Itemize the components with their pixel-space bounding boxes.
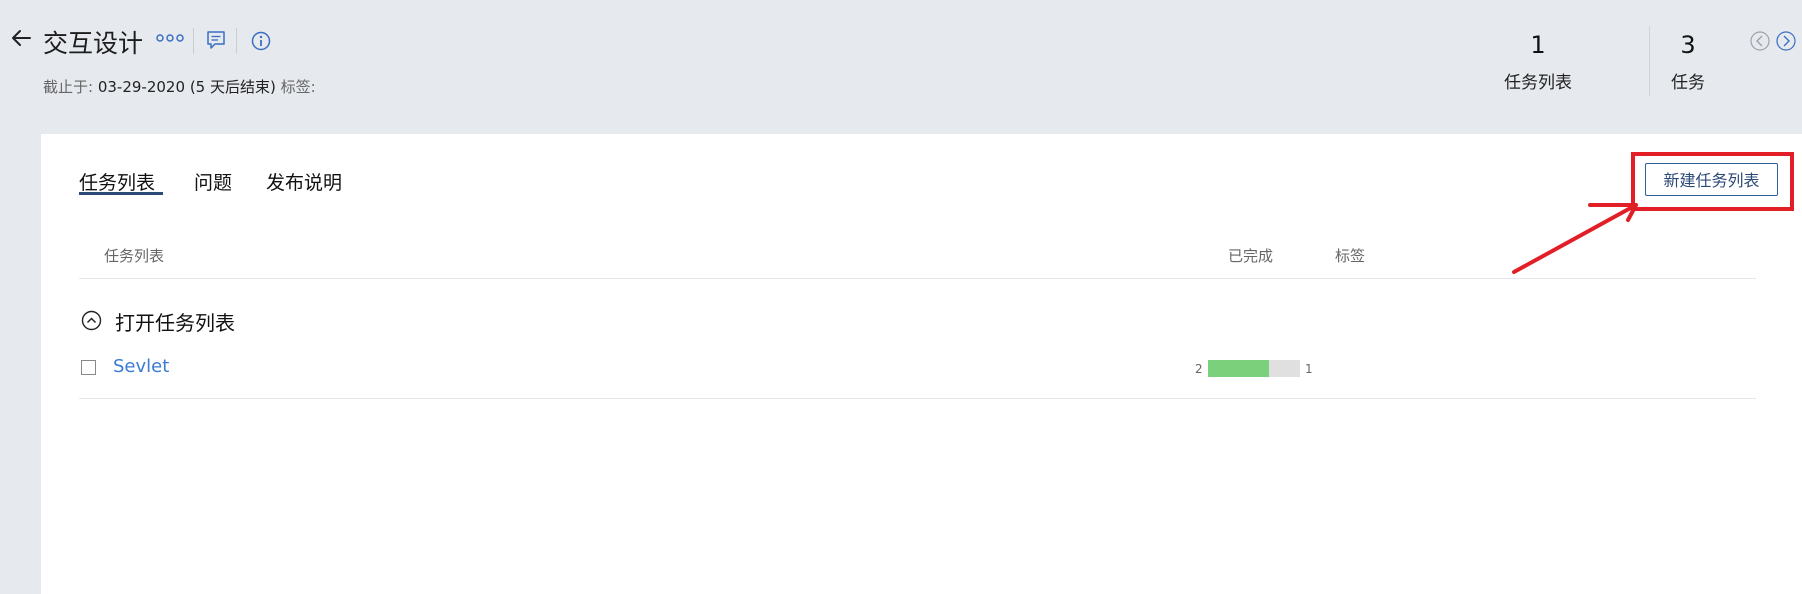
- stat-tasks: 3 任务: [1633, 28, 1743, 93]
- column-header-completed: 已完成: [1228, 247, 1274, 265]
- progress-fill: [1208, 360, 1270, 377]
- stat-tasks-count: 3: [1680, 31, 1696, 59]
- header-divider: [236, 28, 237, 54]
- annotation-highlight-box: [1631, 152, 1794, 211]
- tasklist-link[interactable]: Sevlet: [113, 356, 169, 377]
- tab-tasklists[interactable]: 任务列表: [79, 168, 155, 195]
- page-title: 交互设计: [43, 29, 144, 58]
- tags-label: 标签:: [280, 78, 316, 96]
- section-title: 打开任务列表: [115, 311, 235, 335]
- due-label: 截止于:: [43, 78, 94, 96]
- tab-release-notes[interactable]: 发布说明: [266, 168, 342, 195]
- header-divider: [193, 28, 194, 54]
- comment-icon[interactable]: [205, 29, 227, 51]
- done-count: 1: [1305, 362, 1313, 376]
- column-header-tasklist: 任务列表: [104, 247, 165, 265]
- previous-icon[interactable]: [1750, 31, 1770, 51]
- progress-bar: [1208, 360, 1300, 377]
- due-date: 03-29-2020: [97, 78, 186, 96]
- header-divider-line: [79, 278, 1756, 279]
- stat-tasklists-label: 任务列表: [1504, 73, 1572, 93]
- next-icon[interactable]: [1776, 31, 1796, 51]
- more-options-icon[interactable]: [156, 33, 184, 43]
- row-divider-line: [79, 398, 1756, 399]
- back-arrow-icon[interactable]: [10, 28, 32, 48]
- annotation-arrow: [1512, 203, 1638, 274]
- row-checkbox[interactable]: [81, 360, 96, 375]
- stat-tasks-label: 任务: [1671, 73, 1705, 93]
- due-date-row: 截止于: 03-29-2020 (5 天后结束) 标签:: [43, 76, 316, 97]
- open-count: 2: [1195, 362, 1203, 376]
- column-header-tags: 标签: [1335, 247, 1366, 265]
- tab-issues[interactable]: 问题: [194, 168, 232, 195]
- info-icon[interactable]: [251, 31, 271, 51]
- due-remaining: (5 天后结束): [189, 78, 276, 96]
- stat-tasklists-count: 1: [1530, 31, 1546, 59]
- active-tab-indicator: [79, 192, 163, 195]
- collapse-icon[interactable]: [81, 310, 102, 331]
- stat-tasklists: 1 任务列表: [1483, 28, 1593, 93]
